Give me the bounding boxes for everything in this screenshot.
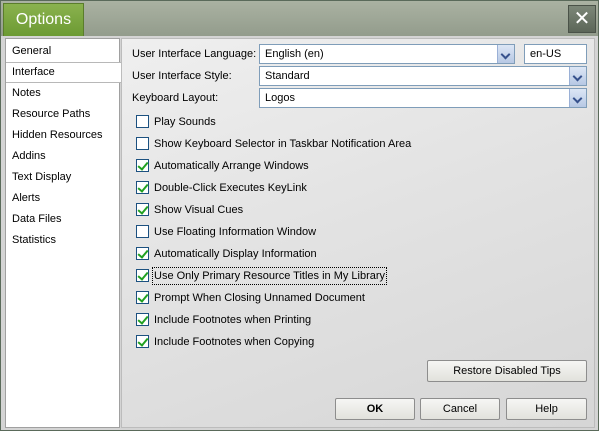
close-button[interactable]: ✕ <box>568 5 596 33</box>
nav-item-statistics[interactable]: Statistics <box>6 230 119 251</box>
keyboard-value: Logos <box>265 92 295 104</box>
chevron-down-icon[interactable] <box>569 67 586 85</box>
checkbox-label: Double-Click Executes KeyLink <box>154 182 307 194</box>
nav-item-general[interactable]: General <box>6 41 119 62</box>
keyboard-dropdown[interactable]: Logos <box>259 88 587 108</box>
checkbox-label: Use Only Primary Resource Titles in My L… <box>151 267 388 285</box>
locale-field[interactable]: en-US <box>524 44 587 64</box>
play-sounds-checkbox[interactable] <box>136 115 149 128</box>
options-category-list: General Interface Notes Resource Paths H… <box>5 38 124 428</box>
checkbox-label: Prompt When Closing Unnamed Document <box>154 292 365 304</box>
footnotes-printing-checkbox[interactable] <box>136 313 149 326</box>
prompt-closing-checkbox[interactable] <box>136 291 149 304</box>
nav-item-text-display[interactable]: Text Display <box>6 167 119 188</box>
language-value: English (en) <box>265 48 324 60</box>
primary-titles-checkbox[interactable] <box>136 269 149 282</box>
close-icon: ✕ <box>573 6 591 30</box>
restore-disabled-tips-button[interactable]: Restore Disabled Tips <box>427 360 587 382</box>
nav-item-notes[interactable]: Notes <box>6 83 119 104</box>
options-dialog: Options ✕ General Interface Notes Resour… <box>0 0 599 431</box>
chevron-down-icon[interactable] <box>569 89 586 107</box>
checkbox-label: Show Visual Cues <box>154 204 244 216</box>
help-button[interactable]: Help <box>506 398 587 420</box>
cancel-button[interactable]: Cancel <box>420 398 500 420</box>
style-value: Standard <box>265 70 310 82</box>
display-information-checkbox[interactable] <box>136 247 149 260</box>
nav-item-hidden-resources[interactable]: Hidden Resources <box>6 125 119 146</box>
language-label: User Interface Language: <box>132 48 257 60</box>
nav-item-alerts[interactable]: Alerts <box>6 188 119 209</box>
double-click-keylink-checkbox[interactable] <box>136 181 149 194</box>
style-dropdown[interactable]: Standard <box>259 66 587 86</box>
title-bar: Options ✕ <box>1 1 598 36</box>
checkbox-label: Show Keyboard Selector in Taskbar Notifi… <box>154 138 412 150</box>
visual-cues-checkbox[interactable] <box>136 203 149 216</box>
floating-window-checkbox[interactable] <box>136 225 149 238</box>
arrange-windows-checkbox[interactable] <box>136 159 149 172</box>
checkbox-label: Include Footnotes when Copying <box>154 336 315 348</box>
checkbox-label: Automatically Display Information <box>154 248 317 260</box>
nav-item-interface[interactable]: Interface <box>6 62 124 83</box>
checkbox-label: Use Floating Information Window <box>154 226 317 238</box>
footnotes-copying-checkbox[interactable] <box>136 335 149 348</box>
chevron-down-icon[interactable] <box>497 45 514 63</box>
language-dropdown[interactable]: English (en) <box>259 44 515 64</box>
checkbox-label: Play Sounds <box>154 116 216 128</box>
nav-item-resource-paths[interactable]: Resource Paths <box>6 104 119 125</box>
style-label: User Interface Style: <box>132 70 232 82</box>
interface-settings-panel: User Interface Language: English (en) en… <box>121 38 595 428</box>
checkbox-label: Automatically Arrange Windows <box>154 160 309 172</box>
keyboard-label: Keyboard Layout: <box>132 92 219 104</box>
ok-button[interactable]: OK <box>335 398 415 420</box>
dialog-title: Options <box>3 3 84 36</box>
checkbox-label: Include Footnotes when Printing <box>154 314 312 326</box>
nav-item-addins[interactable]: Addins <box>6 146 119 167</box>
keyboard-selector-checkbox[interactable] <box>136 137 149 150</box>
nav-item-data-files[interactable]: Data Files <box>6 209 119 230</box>
